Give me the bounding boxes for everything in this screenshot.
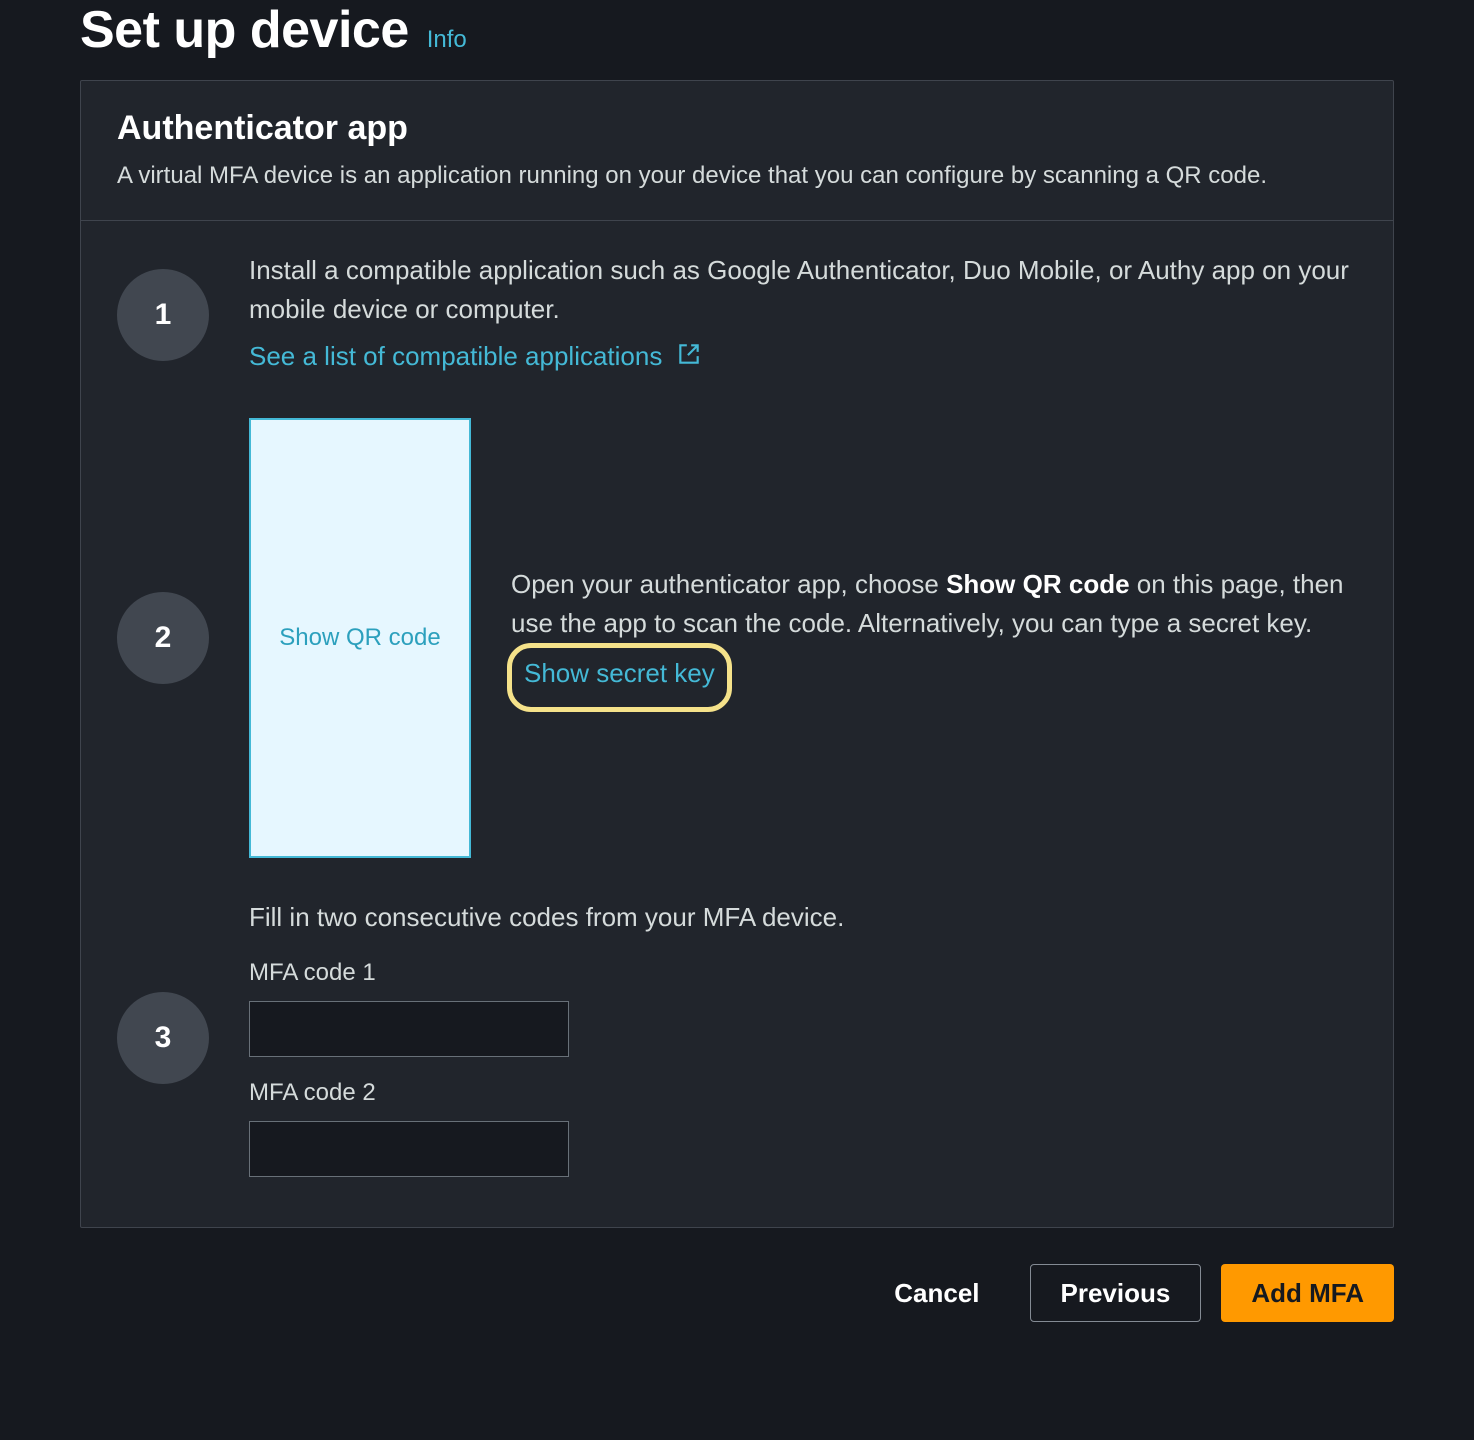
panel-title: Authenticator app [117,109,1357,148]
show-qr-code-label: Show QR code [279,620,440,656]
previous-button[interactable]: Previous [1030,1264,1202,1322]
step-number-2: 2 [117,592,209,684]
add-mfa-button[interactable]: Add MFA [1221,1264,1394,1322]
step-1-text: Install a compatible application such as… [249,251,1357,329]
compatible-apps-link-label: See a list of compatible applications [249,341,662,371]
page-header: Set up device Info [80,0,1394,80]
cancel-button[interactable]: Cancel [864,1264,1009,1322]
step-1: 1 Install a compatible application such … [117,251,1357,378]
step-2: 2 Show QR code Open your authenticator a… [117,418,1357,858]
step-number-1: 1 [117,269,209,361]
authenticator-panel: Authenticator app A virtual MFA device i… [80,80,1394,1228]
mfa-code-1-input[interactable] [249,1001,569,1057]
footer-actions: Cancel Previous Add MFA [0,1228,1474,1322]
mfa-code-1-label: MFA code 1 [249,955,1357,991]
info-link[interactable]: Info [427,26,467,54]
step-number-3: 3 [117,992,209,1084]
step-3: 3 Fill in two consecutive codes from you… [117,898,1357,1177]
show-qr-code-button[interactable]: Show QR code [249,418,471,858]
external-link-icon [676,339,702,378]
step-3-lead: Fill in two consecutive codes from your … [249,898,1357,937]
step-2-text: Open your authenticator app, choose Show… [511,565,1357,712]
panel-subtitle: A virtual MFA device is an application r… [117,158,1357,194]
compatible-apps-link[interactable]: See a list of compatible applications [249,341,702,371]
show-secret-key-highlight: Show secret key [507,643,732,712]
page-title: Set up device [80,0,409,60]
show-secret-key-link[interactable]: Show secret key [524,658,715,688]
show-qr-bold: Show QR code [946,569,1129,599]
mfa-code-2-input[interactable] [249,1121,569,1177]
mfa-code-2-label: MFA code 2 [249,1075,1357,1111]
panel-header: Authenticator app A virtual MFA device i… [81,81,1393,221]
